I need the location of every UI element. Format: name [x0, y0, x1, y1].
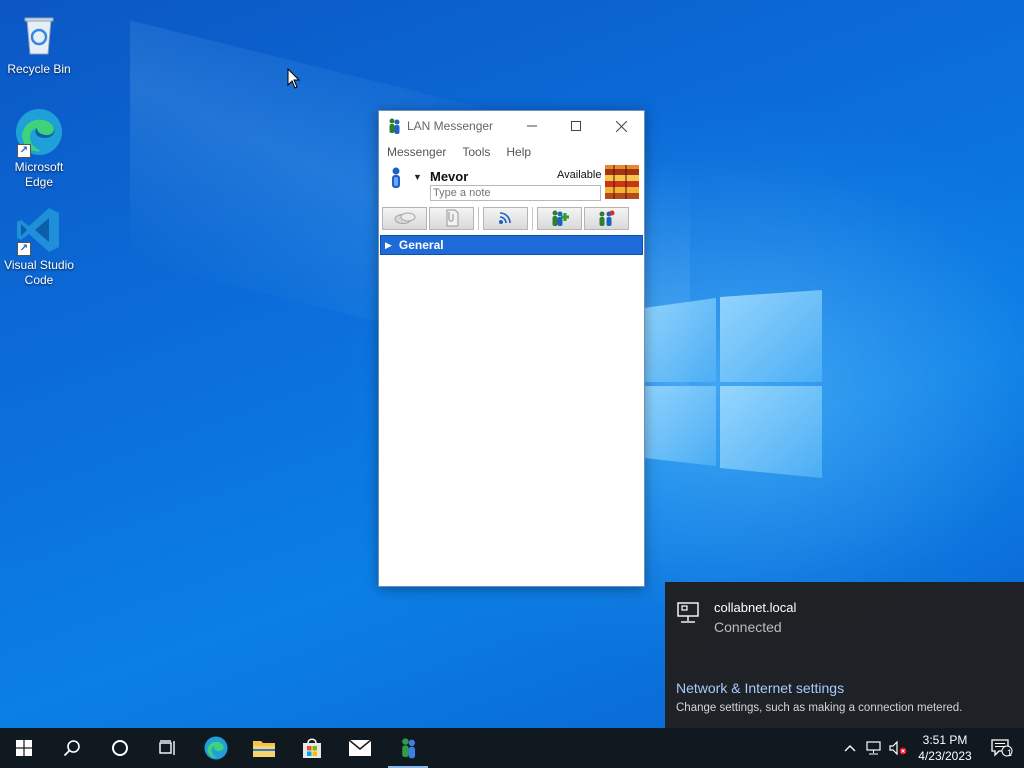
mail-icon: [348, 739, 372, 756]
taskbar-store[interactable]: [288, 728, 336, 768]
group-icon: [599, 210, 614, 226]
lan-messenger-window[interactable]: LAN Messenger Messenger Tools Help ▼ Mev…: [378, 110, 645, 587]
menu-tools[interactable]: Tools: [462, 145, 490, 159]
notification-count-badge: 1: [1006, 748, 1012, 758]
taskbar-lan-messenger[interactable]: [384, 728, 432, 768]
network-state: Connected: [714, 619, 782, 635]
lan-messenger-app-icon: [402, 738, 416, 759]
desktop-icon-label: Microsoft Edge: [14, 160, 64, 189]
network-settings-link[interactable]: Network & Internet settings: [676, 680, 844, 696]
search-button[interactable]: [48, 728, 96, 768]
clock-time: 3:51 PM: [922, 733, 968, 747]
expand-arrow-icon[interactable]: ▶: [385, 240, 392, 251]
shortcut-arrow-icon: ↗: [17, 144, 31, 158]
menu-bar: Messenger Tools Help: [379, 141, 644, 163]
desktop-icon-label: Visual Studio Code: [4, 258, 74, 287]
desktop-icon-microsoft-edge[interactable]: ↗ Microsoft Edge: [0, 106, 78, 190]
ethernet-network-icon: [677, 602, 699, 623]
file-transfer-button[interactable]: [429, 206, 474, 230]
status-dropdown-arrow-icon[interactable]: ▼: [413, 172, 422, 182]
taskbar-mail[interactable]: [336, 728, 384, 768]
clock-date: 4/23/2023: [918, 749, 972, 763]
windows-logo-wallpaper: [644, 290, 822, 478]
network-settings-description: Change settings, such as making a connec…: [676, 702, 963, 714]
close-icon: [616, 120, 627, 132]
minimize-icon: [526, 125, 537, 127]
show-hidden-icons-button[interactable]: [838, 728, 862, 768]
window-title: LAN Messenger: [407, 119, 494, 133]
system-tray: 3:51 PM 4/23/2023 1: [838, 728, 1024, 768]
volume-tray-button[interactable]: [886, 728, 910, 768]
mouse-cursor-icon: [287, 68, 301, 89]
toolbar-separator: [532, 206, 533, 230]
minimize-button[interactable]: [509, 111, 554, 141]
close-button[interactable]: [599, 111, 644, 141]
taskbar-file-explorer[interactable]: [240, 728, 288, 768]
add-contact-button[interactable]: [537, 206, 582, 230]
status-label[interactable]: Available: [557, 169, 601, 181]
menu-messenger[interactable]: Messenger: [387, 145, 446, 159]
toolbar-separator: [478, 206, 479, 230]
profile-panel: ▼ Mevor Available: [379, 163, 644, 203]
taskbar: 3:51 PM 4/23/2023 1: [0, 728, 1024, 768]
store-bag-icon: [303, 738, 321, 758]
network-flyout: collabnet.local Connected Network & Inte…: [665, 582, 1024, 728]
broadcast-icon: [498, 212, 511, 224]
recycle-bin-icon: [24, 17, 54, 55]
group-button[interactable]: [584, 206, 629, 230]
menu-help[interactable]: Help: [506, 145, 531, 159]
note-input[interactable]: [430, 185, 601, 201]
toolbar: [379, 203, 644, 233]
cortana-button[interactable]: [96, 728, 144, 768]
desktop-icon-label: Recycle Bin: [7, 62, 71, 76]
chevron-up-icon: [844, 745, 856, 752]
file-transfer-icon: [446, 209, 458, 227]
title-bar[interactable]: LAN Messenger: [379, 111, 644, 141]
taskbar-edge[interactable]: [192, 728, 240, 768]
add-contact-icon: [552, 210, 569, 226]
chat-button[interactable]: [382, 206, 427, 230]
contact-group-general[interactable]: ▶ General: [380, 235, 643, 255]
edge-icon: [204, 736, 228, 760]
user-status-icon[interactable]: [389, 167, 403, 189]
volume-muted-icon: [889, 741, 907, 755]
broadcast-button[interactable]: [483, 206, 528, 230]
network-tray-button[interactable]: [862, 728, 886, 768]
maximize-icon: [570, 121, 581, 131]
network-item[interactable]: collabnet.local Connected: [677, 600, 796, 635]
network-name: collabnet.local: [714, 600, 797, 615]
folder-icon: [253, 741, 275, 757]
windows-start-icon: [16, 740, 32, 756]
task-view-button[interactable]: [144, 728, 192, 768]
shortcut-arrow-icon: ↗: [17, 242, 31, 256]
action-center-button[interactable]: 1: [980, 728, 1024, 768]
avatar[interactable]: [605, 165, 639, 199]
network-tray-icon: [866, 741, 881, 755]
search-icon: [63, 740, 80, 757]
maximize-button[interactable]: [553, 111, 598, 141]
start-button[interactable]: [0, 728, 48, 768]
desktop-icon-vscode[interactable]: ↗ Visual Studio Code: [0, 204, 78, 288]
user-name: Mevor: [430, 169, 469, 184]
lan-messenger-app-icon: [389, 118, 400, 134]
group-label: General: [398, 238, 444, 252]
desktop-icon-recycle-bin[interactable]: Recycle Bin: [0, 8, 78, 77]
cortana-icon: [112, 740, 128, 756]
taskbar-clock[interactable]: 3:51 PM 4/23/2023: [910, 732, 980, 764]
chat-icon: [394, 212, 415, 224]
task-view-icon: [159, 740, 175, 755]
